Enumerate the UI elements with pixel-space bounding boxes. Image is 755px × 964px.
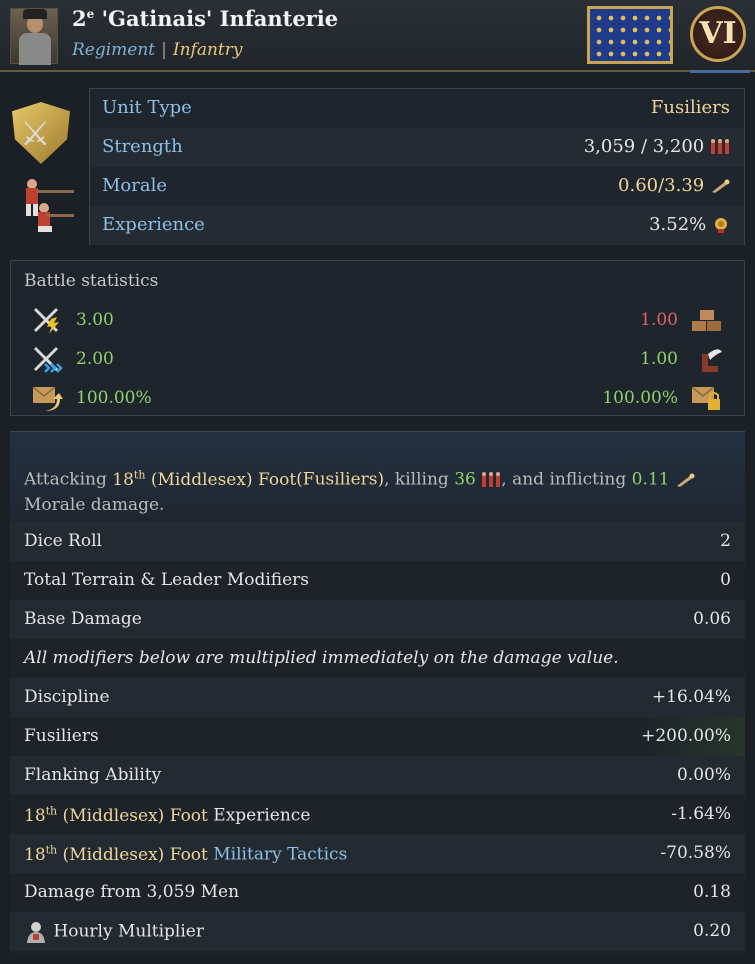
rank-underline xyxy=(690,70,750,73)
unit-type-row: Unit Type Fusiliers xyxy=(102,97,730,118)
flanking-row: Flanking Ability 0.00% xyxy=(10,756,745,795)
regiment-title: 2e 'Gatinais' Infanterie xyxy=(72,6,339,31)
battle-statistics-title: Battle statistics xyxy=(24,271,159,291)
bugle-icon xyxy=(676,473,695,488)
unit-info-panel: Unit Type Fusiliers Strength 3,059 / 3,2… xyxy=(89,88,745,245)
hourly-multiplier-row: Hourly Multiplier 0.20 xyxy=(10,912,745,951)
medal-icon xyxy=(715,218,727,233)
soldiers-icon xyxy=(482,472,501,488)
country-flag-icon[interactable] xyxy=(587,6,673,64)
fusilier-icon xyxy=(26,179,74,232)
attack-description: Attacking 18th (Middlesex) Foot(Fusilier… xyxy=(24,462,714,518)
experience-row: Experience 3.52% xyxy=(90,206,744,245)
shield-swords-icon: ⚔ xyxy=(12,102,70,164)
unit-header: 2e 'Gatinais' Infanterie Regiment | Infant… xyxy=(0,0,755,73)
regiment-subtitle: Regiment | Infantry xyxy=(72,40,243,60)
battle-statistics-panel: Battle statistics 3.00 1.00 2.00 1.00 10… xyxy=(10,260,745,416)
regiment-portrait xyxy=(10,8,58,65)
bricks-icon xyxy=(692,310,721,331)
crossed-swords-arrows-icon xyxy=(33,346,63,373)
strength-row: Strength 3,059 / 3,200 xyxy=(90,128,744,167)
envelope-arrow-icon xyxy=(32,386,63,411)
dice-roll-row: Dice Roll 2 xyxy=(10,522,745,561)
discipline-row: Discipline +16.04% xyxy=(10,678,745,717)
soldier-portrait-icon xyxy=(27,922,45,943)
infantry-link[interactable]: Infantry xyxy=(173,40,243,60)
enemy-experience-row: 18th (Middlesex) Foot Experience -1.64% xyxy=(24,804,731,826)
morale-row: Morale 0.60/3.39 xyxy=(90,167,744,206)
soldiers-icon xyxy=(711,139,729,154)
base-damage-row: Base Damage 0.06 xyxy=(10,600,745,639)
bugle-icon xyxy=(712,179,730,193)
modifier-note-row: All modifiers below are multiplied immed… xyxy=(24,648,619,668)
battle-stat-row: 2.00 1.00 xyxy=(11,340,744,379)
crossed-swords-lightning-icon xyxy=(33,307,59,334)
battle-stat-row: 100.00% 100.00% xyxy=(11,379,744,418)
fusiliers-row: Fusiliers +200.00% xyxy=(10,717,745,756)
rank-badge: VI xyxy=(690,6,746,62)
enemy-tactics-row: 18th (Middlesex) Foot Military Tactics -… xyxy=(10,834,745,873)
damage-breakdown-panel: Attacking 18th (Middlesex) Foot(Fusilier… xyxy=(10,431,745,954)
regiment-link[interactable]: Regiment xyxy=(72,40,155,60)
envelope-lock-icon xyxy=(691,386,720,410)
battle-stat-row: 3.00 1.00 xyxy=(11,301,744,340)
terrain-modifiers-row: Total Terrain & Leader Modifiers 0 xyxy=(24,570,731,590)
damage-from-men-row: Damage from 3,059 Men 0.18 xyxy=(24,882,731,902)
winged-boot-icon xyxy=(702,349,722,372)
